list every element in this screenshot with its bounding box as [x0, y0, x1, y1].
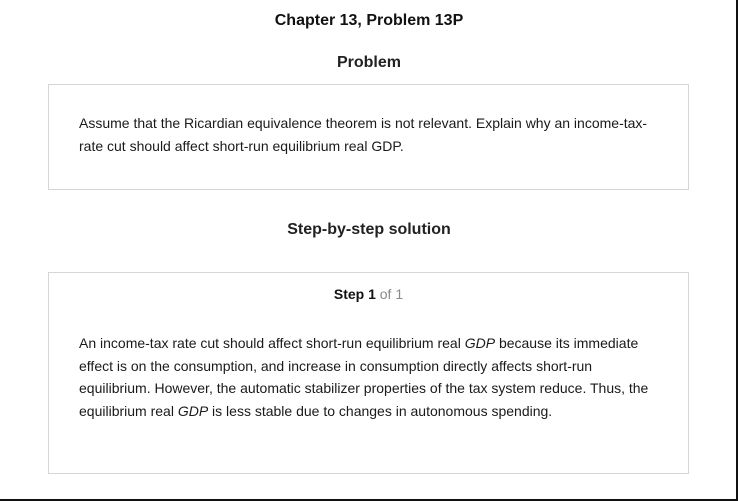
solution-text: An income-tax rate cut should affect sho… — [79, 332, 659, 422]
problem-card: Assume that the Ricardian equivalence th… — [48, 84, 689, 190]
solution-heading: Step-by-step solution — [287, 221, 451, 238]
chapter-title: Chapter 13, Problem 13P — [274, 12, 464, 29]
step-total: of 1 — [375, 286, 404, 302]
solution-card: Step 1 of 1 An income-tax rate cut shoul… — [48, 272, 689, 474]
solution-text-part: is less stable due to changes in autonom… — [208, 402, 553, 419]
problem-text: Assume that the Ricardian equivalence th… — [79, 115, 648, 154]
solution-text-part: An income-tax rate cut should affect sho… — [79, 335, 465, 351]
solution-term-gdp: GDP — [177, 402, 209, 419]
step-indicator: Step 1 of 1 — [49, 286, 688, 302]
step-number: Step 1 — [333, 286, 376, 302]
solution-term-gdp: GDP — [464, 335, 496, 351]
problem-heading: Problem — [336, 54, 401, 71]
